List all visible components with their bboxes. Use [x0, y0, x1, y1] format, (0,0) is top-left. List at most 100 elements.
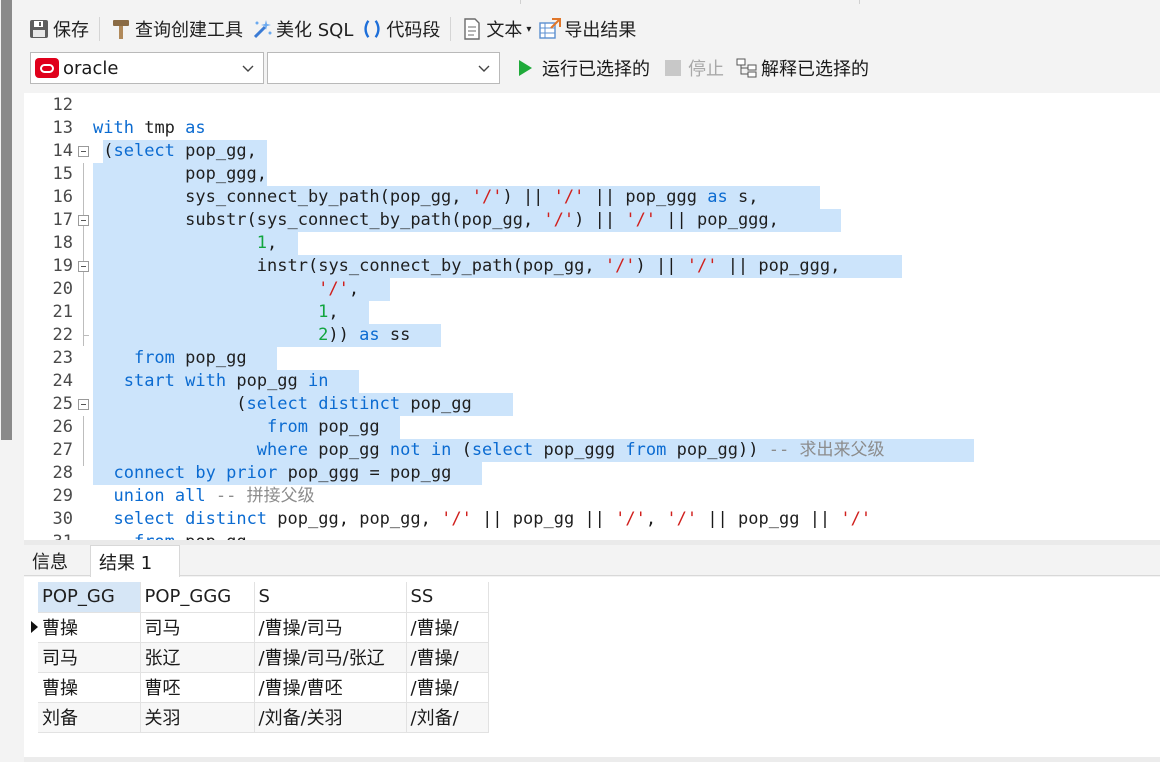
table-row[interactable]: 刘备 关羽 /刘备/关羽 /刘备/	[38, 702, 489, 733]
table-cell[interactable]: 张辽	[140, 642, 255, 673]
code-line[interactable]: 28 connect by prior pop_ggg = pop_gg	[24, 462, 1160, 485]
beautify-sql-button[interactable]: 美化 SQL	[247, 14, 357, 44]
code-line[interactable]: 25 (select distinct pop_gg	[24, 393, 1160, 416]
table-cell[interactable]: /曹操/司马	[254, 612, 407, 643]
table-cell[interactable]: /曹操/	[406, 642, 489, 673]
table-cell[interactable]: 刘备	[38, 702, 141, 733]
save-icon	[28, 18, 50, 40]
line-number: 19	[52, 256, 73, 276]
table-header-row: POP_GG POP_GGG S SS	[38, 582, 489, 613]
table-cell[interactable]: /曹操/	[406, 672, 489, 703]
fold-toggle-icon[interactable]	[78, 261, 89, 272]
fold-end-tick	[83, 335, 89, 336]
code-text: 1,	[318, 302, 339, 322]
chevron-down-icon	[478, 65, 490, 72]
column-header[interactable]: POP_GG	[38, 582, 141, 613]
code-line[interactable]: 22 2)) as ss	[24, 324, 1160, 347]
code-line[interactable]: 13 with tmp as	[24, 117, 1160, 140]
table-cell[interactable]: 司马	[140, 612, 255, 643]
table-row[interactable]: 曹操 曹呸 /曹操/曹呸 /曹操/	[38, 672, 489, 703]
left-scrollbar-thumb[interactable]	[1, 0, 12, 440]
sql-editor[interactable]: 12 13 with tmp as 14 (select pop_gg, 15 pop_…	[24, 93, 1160, 540]
table-cell[interactable]: /刘备/	[406, 702, 489, 733]
code-line[interactable]: 27 where pop_gg not in (select pop_ggg f…	[24, 439, 1160, 462]
code-line[interactable]: 18 1,	[24, 232, 1160, 255]
main-toolbar: 保存 查询创建工具 美化 SQL 代码段 文本 ▾ 导出结果	[24, 12, 640, 46]
code-line[interactable]: 23 from pop_gg	[24, 347, 1160, 370]
code-text: '/',	[318, 279, 360, 299]
fold-toggle-icon[interactable]	[78, 146, 89, 157]
column-header[interactable]: POP_GGG	[140, 582, 255, 613]
column-header[interactable]: S	[254, 582, 407, 613]
text-mode-label: 文本	[486, 20, 523, 41]
line-number: 31	[24, 531, 73, 540]
table-cell[interactable]: /刘备/关羽	[254, 702, 407, 733]
code-line[interactable]: 15 pop_ggg,	[24, 163, 1160, 186]
code-line[interactable]: 26 from pop_gg	[24, 416, 1160, 439]
table-cell[interactable]: 曹操	[38, 612, 141, 643]
result-tabs: 信息 结果 1	[24, 545, 1160, 577]
code-line[interactable]: 17 substr(sys_connect_by_path(pop_gg, '/…	[24, 209, 1160, 232]
tab-result-1[interactable]: 结果 1	[90, 545, 180, 577]
table-cell[interactable]: 曹操	[38, 672, 141, 703]
code-text: with tmp as	[93, 118, 206, 138]
line-number: 16	[52, 187, 73, 207]
code-line[interactable]: 24 start with pop_gg in	[24, 370, 1160, 393]
fold-toggle-icon[interactable]	[78, 399, 89, 410]
code-line[interactable]: 31 from pop_gg	[24, 531, 1160, 540]
code-line[interactable]: 16 sys_connect_by_path(pop_gg, '/') || '…	[24, 186, 1160, 209]
table-cell[interactable]: 司马	[38, 642, 141, 673]
stop-label: 停止	[688, 59, 724, 80]
bottom-status-strip	[24, 757, 1160, 762]
code-text: (select distinct pop_gg	[93, 394, 472, 414]
export-table-icon	[539, 18, 562, 40]
table-row[interactable]: 曹操 司马 /曹操/司马 /曹操/	[38, 612, 489, 643]
code-line[interactable]: 19 instr(sys_connect_by_path(pop_gg, '/'…	[24, 255, 1160, 278]
code-line[interactable]: 14 (select pop_gg,	[24, 140, 1160, 163]
explain-selected-label: 解释已选择的	[761, 59, 869, 80]
code-line[interactable]: 12	[24, 94, 1160, 117]
line-number: 26	[52, 417, 73, 437]
line-number: 14	[52, 141, 73, 161]
column-header[interactable]: SS	[406, 582, 489, 613]
code-line[interactable]: 30 select distinct pop_gg, pop_gg, '/' |…	[24, 508, 1160, 531]
line-number: 30	[52, 509, 73, 529]
query-builder-button[interactable]: 查询创建工具	[106, 14, 247, 44]
play-icon	[519, 60, 532, 76]
stop-button[interactable]: 停止	[660, 53, 728, 83]
table-cell[interactable]: /曹操/曹呸	[254, 672, 407, 703]
code-text: (select pop_gg,	[93, 141, 257, 161]
code-line[interactable]: 21 1,	[24, 301, 1160, 324]
oracle-logo-icon	[35, 58, 59, 78]
chevron-down-icon: ▾	[526, 23, 532, 35]
code-text: select distinct pop_gg, pop_gg, '/' || p…	[113, 509, 872, 529]
code-line[interactable]: 20 '/',	[24, 278, 1160, 301]
table-cell[interactable]: 曹呸	[140, 672, 255, 703]
table-cell[interactable]: /曹操/	[406, 612, 489, 643]
fold-toggle-icon[interactable]	[78, 215, 89, 226]
explain-selected-button[interactable]: 解释已选择的	[732, 53, 873, 83]
sql-editor-window: 保存 查询创建工具 美化 SQL 代码段 文本 ▾ 导出结果 oracle 运行…	[0, 0, 1160, 762]
code-line[interactable]: 29 union all -- 拼接父级	[24, 485, 1160, 508]
tab-info-label: 信息	[32, 551, 68, 573]
line-number: 28	[52, 463, 73, 483]
table-cell[interactable]: 关羽	[140, 702, 255, 733]
line-number: 21	[52, 302, 73, 322]
export-results-button[interactable]: 导出结果	[535, 14, 640, 44]
tab-info[interactable]: 信息	[24, 545, 90, 576]
line-number: 22	[52, 325, 73, 345]
explain-tree-icon	[736, 58, 757, 78]
text-mode-dropdown[interactable]: 文本 ▾	[457, 14, 535, 44]
line-number: 29	[52, 486, 73, 506]
save-button[interactable]: 保存	[24, 14, 93, 44]
table-cell[interactable]: /曹操/司马/张辽	[254, 642, 407, 673]
top-tab-edge	[520, 0, 860, 4]
code-text: sys_connect_by_path(pop_gg, '/') || '/' …	[185, 187, 759, 207]
line-number: 18	[52, 233, 73, 253]
schema-select[interactable]	[267, 52, 500, 84]
table-row[interactable]: 司马 张辽 /曹操/司马/张辽 /曹操/	[38, 642, 489, 673]
connection-select[interactable]: oracle	[30, 52, 264, 84]
code-snippet-button[interactable]: 代码段	[357, 14, 444, 44]
line-number: 24	[52, 371, 73, 391]
run-selected-button[interactable]: 运行已选择的	[512, 53, 654, 83]
